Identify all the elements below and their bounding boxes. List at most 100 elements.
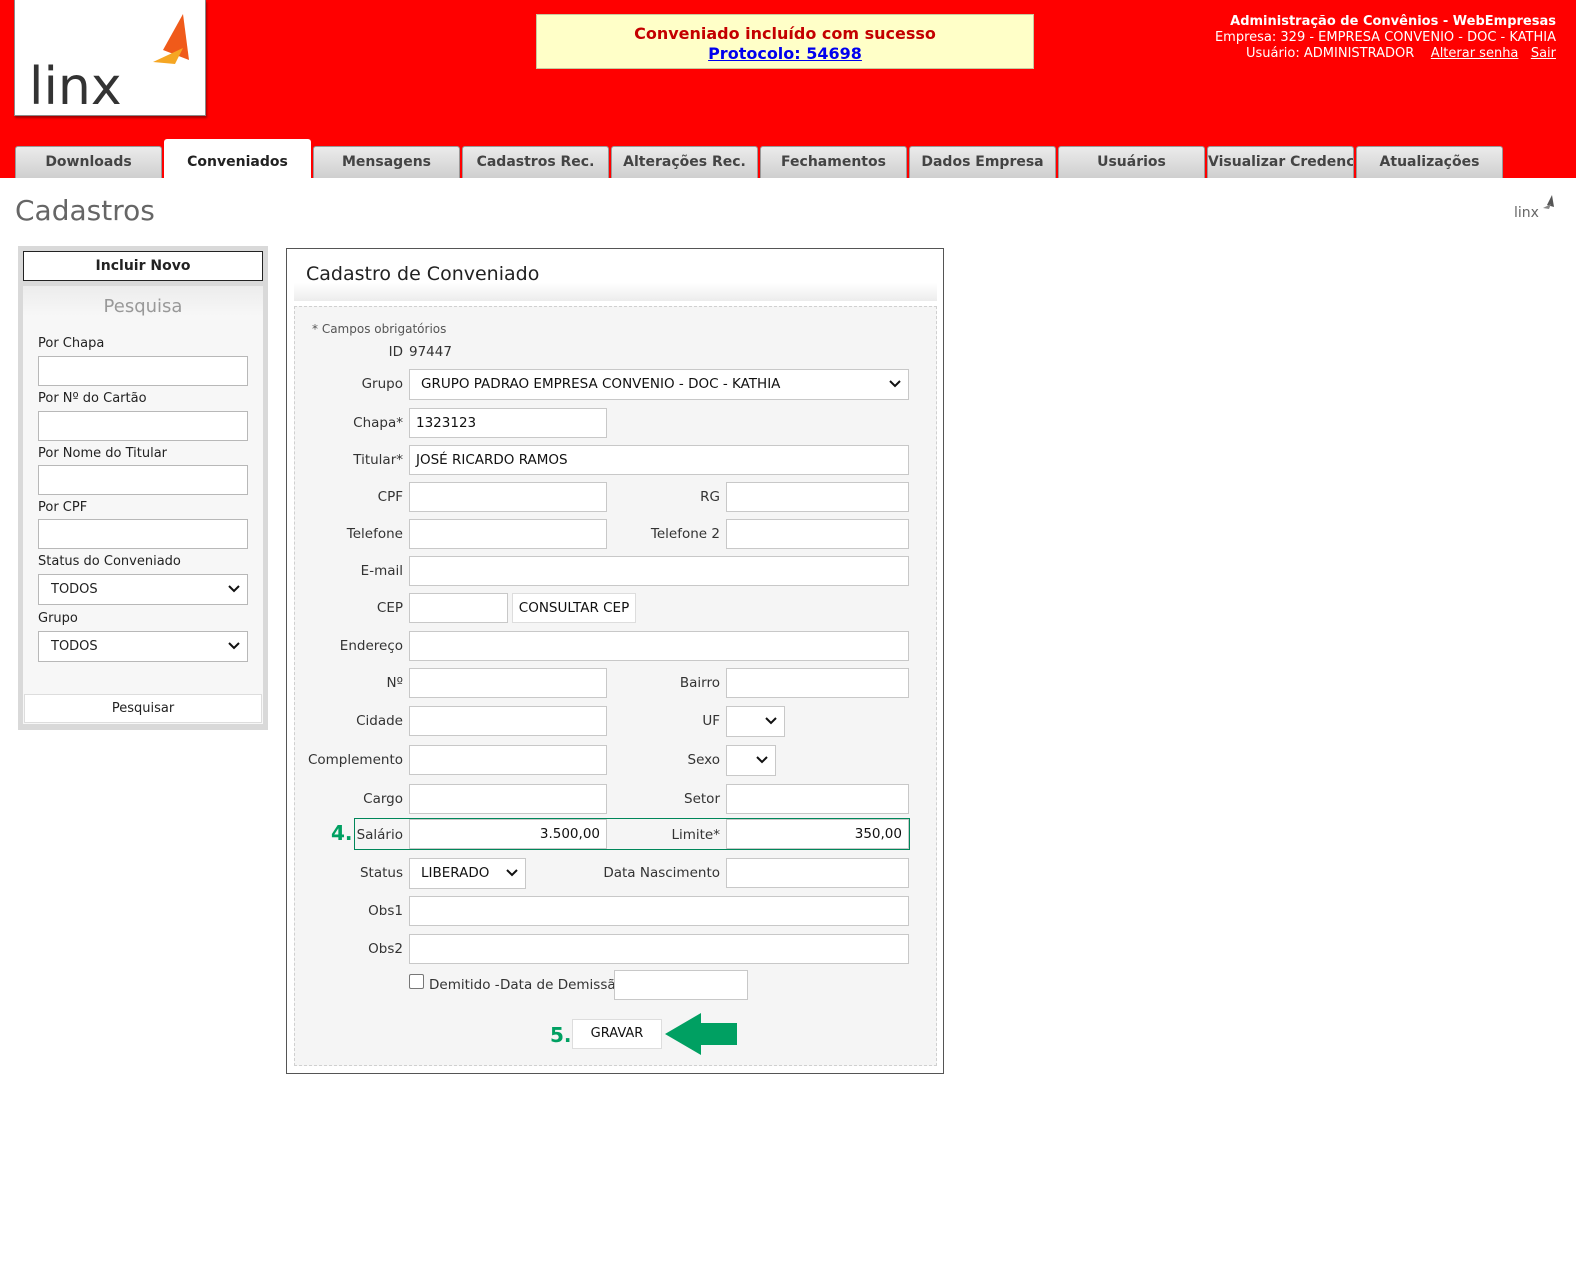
numero-input[interactable] <box>409 668 607 698</box>
obs2-input[interactable] <box>409 934 909 964</box>
por-chapa-label: Por Chapa <box>38 336 105 351</box>
cadastro-panel: Cadastro de Conveniado * Campos obrigató… <box>286 248 944 1074</box>
cidade-input[interactable] <box>409 706 607 736</box>
usuario-info: Usuário: ADMINISTRADOR <box>1245 46 1415 61</box>
demitido-label: Demitido - <box>429 977 500 993</box>
tab-atualizacoes[interactable]: Atualizações <box>1356 146 1503 178</box>
grupo-label: Grupo <box>361 376 403 392</box>
grupo-filter-select[interactable]: TODOS <box>38 631 248 662</box>
cep-label: CEP <box>376 600 403 616</box>
status-conveniado-label: Status do Conveniado <box>38 554 181 569</box>
limite-input[interactable]: 350,00 <box>726 819 909 849</box>
tab-downloads[interactable]: Downloads <box>15 146 162 178</box>
grupo-select[interactable]: GRUPO PADRAO EMPRESA CONVENIO - DOC - KA… <box>409 369 909 400</box>
tab-usuarios[interactable]: Usuários <box>1058 146 1205 178</box>
tab-conveniados[interactable]: Conveniados <box>164 139 311 178</box>
tab-alteracoes-rec[interactable]: Alterações Rec. <box>611 146 758 178</box>
status-conveniado-select[interactable]: TODOS <box>38 574 248 605</box>
data-demissao-input[interactable] <box>614 970 748 1000</box>
telefone2-input[interactable] <box>726 519 909 549</box>
sair-link[interactable]: Sair <box>1531 46 1556 61</box>
grupo-filter-value: TODOS <box>51 639 98 654</box>
cidade-label: Cidade <box>356 713 403 729</box>
por-cpf-input[interactable] <box>38 519 248 549</box>
tab-fechamentos[interactable]: Fechamentos <box>760 146 907 178</box>
consultar-cep-button[interactable]: CONSULTAR CEP <box>512 593 636 623</box>
endereco-label: Endereço <box>339 638 403 654</box>
admin-info: Administração de Convênios - WebEmpresas… <box>1215 14 1556 62</box>
por-nome-input[interactable] <box>38 465 248 495</box>
required-fields-note: * Campos obrigatórios <box>312 322 447 336</box>
por-nome-label: Por Nome do Titular <box>38 446 168 461</box>
bairro-input[interactable] <box>726 668 909 698</box>
tab-visualizar-credencial[interactable]: Visualizar Credencial <box>1207 146 1354 178</box>
cep-input[interactable] <box>409 593 508 623</box>
admin-title: Administração de Convênios - WebEmpresas <box>1230 14 1556 29</box>
id-value: 97447 <box>409 344 452 360</box>
pesquisar-button[interactable]: Pesquisar <box>24 694 262 723</box>
salario-label: Salário <box>356 827 403 843</box>
obs2-label: Obs2 <box>368 941 403 957</box>
tab-cadastros-rec[interactable]: Cadastros Rec. <box>462 146 609 178</box>
chevron-down-icon <box>228 575 240 604</box>
obs1-label: Obs1 <box>368 903 403 919</box>
alterar-senha-link[interactable]: Alterar senha <box>1431 46 1519 61</box>
tab-dados-empresa[interactable]: Dados Empresa <box>909 146 1056 178</box>
por-cartao-input[interactable] <box>38 411 248 441</box>
email-input[interactable] <box>409 556 909 586</box>
status-value: LIBERADO <box>421 865 490 881</box>
por-cpf-label: Por CPF <box>38 500 88 515</box>
empresa-info: Empresa: 329 - EMPRESA CONVENIO - DOC - … <box>1214 30 1556 45</box>
linx-small-logo-icon: linx <box>1514 195 1554 221</box>
telefone2-label: Telefone 2 <box>650 526 720 542</box>
cargo-input[interactable] <box>409 784 607 814</box>
setor-input[interactable] <box>726 784 909 814</box>
tab-mensagens[interactable]: Mensagens <box>313 146 460 178</box>
success-message-box: Conveniado incluído com sucesso Protocol… <box>536 14 1034 69</box>
bairro-label: Bairro <box>679 675 720 691</box>
chapa-input[interactable]: 1323123 <box>409 408 607 438</box>
data-nascimento-input[interactable] <box>726 858 909 888</box>
status-select[interactable]: LIBERADO <box>409 858 526 889</box>
complemento-input[interactable] <box>409 745 607 775</box>
step-5-marker: 5. <box>550 1023 572 1047</box>
linx-logo[interactable]: linx <box>14 0 206 116</box>
form-body: * Campos obrigatórios ID 97447 Grupo GRU… <box>294 306 937 1066</box>
header-bar: linx Conveniado incluído com sucesso Pro… <box>0 0 1576 178</box>
endereco-input[interactable] <box>409 631 909 661</box>
titular-input[interactable]: JOSÉ RICARDO RAMOS <box>409 445 909 475</box>
cpf-input[interactable] <box>409 482 607 512</box>
usuario-line: Usuário: ADMINISTRADOR Alterar senha Sai… <box>1215 46 1556 62</box>
grupo-filter-label: Grupo <box>38 611 78 626</box>
por-cartao-label: Por Nº do Cartão <box>38 391 147 406</box>
sexo-label: Sexo <box>687 752 720 768</box>
svg-text:linx: linx <box>1514 205 1539 221</box>
email-label: E-mail <box>360 563 403 579</box>
gravar-button[interactable]: GRAVAR <box>572 1019 662 1049</box>
telefone-input[interactable] <box>409 519 607 549</box>
grupo-value: GRUPO PADRAO EMPRESA CONVENIO - DOC - KA… <box>421 376 781 392</box>
search-panel: Pesquisa Por Chapa Por Nº do Cartão Por … <box>23 286 263 724</box>
numero-label: Nº <box>386 675 403 691</box>
telefone-label: Telefone <box>346 526 403 542</box>
data-demissao-label: Data de Demissão <box>500 977 624 993</box>
rg-input[interactable] <box>726 482 909 512</box>
obs1-input[interactable] <box>409 896 909 926</box>
chevron-down-icon <box>756 746 768 775</box>
uf-select[interactable] <box>726 706 785 737</box>
protocol-link[interactable]: Protocolo: 54698 <box>537 44 1033 63</box>
chapa-label: Chapa* <box>353 415 403 431</box>
sexo-select[interactable] <box>726 745 776 776</box>
salario-input[interactable]: 3.500,00 <box>409 819 607 849</box>
por-chapa-input[interactable] <box>38 356 248 386</box>
complemento-label: Complemento <box>307 752 403 768</box>
titular-label: Titular* <box>353 452 403 468</box>
chevron-down-icon <box>765 707 777 736</box>
search-title: Pesquisa <box>103 296 183 317</box>
demitido-checkbox[interactable] <box>409 974 424 989</box>
page-title: Cadastros <box>15 194 155 227</box>
status-label: Status <box>359 865 403 881</box>
incluir-novo-button[interactable]: Incluir Novo <box>23 251 263 281</box>
cpf-label: CPF <box>377 489 403 505</box>
uf-label: UF <box>702 713 720 729</box>
